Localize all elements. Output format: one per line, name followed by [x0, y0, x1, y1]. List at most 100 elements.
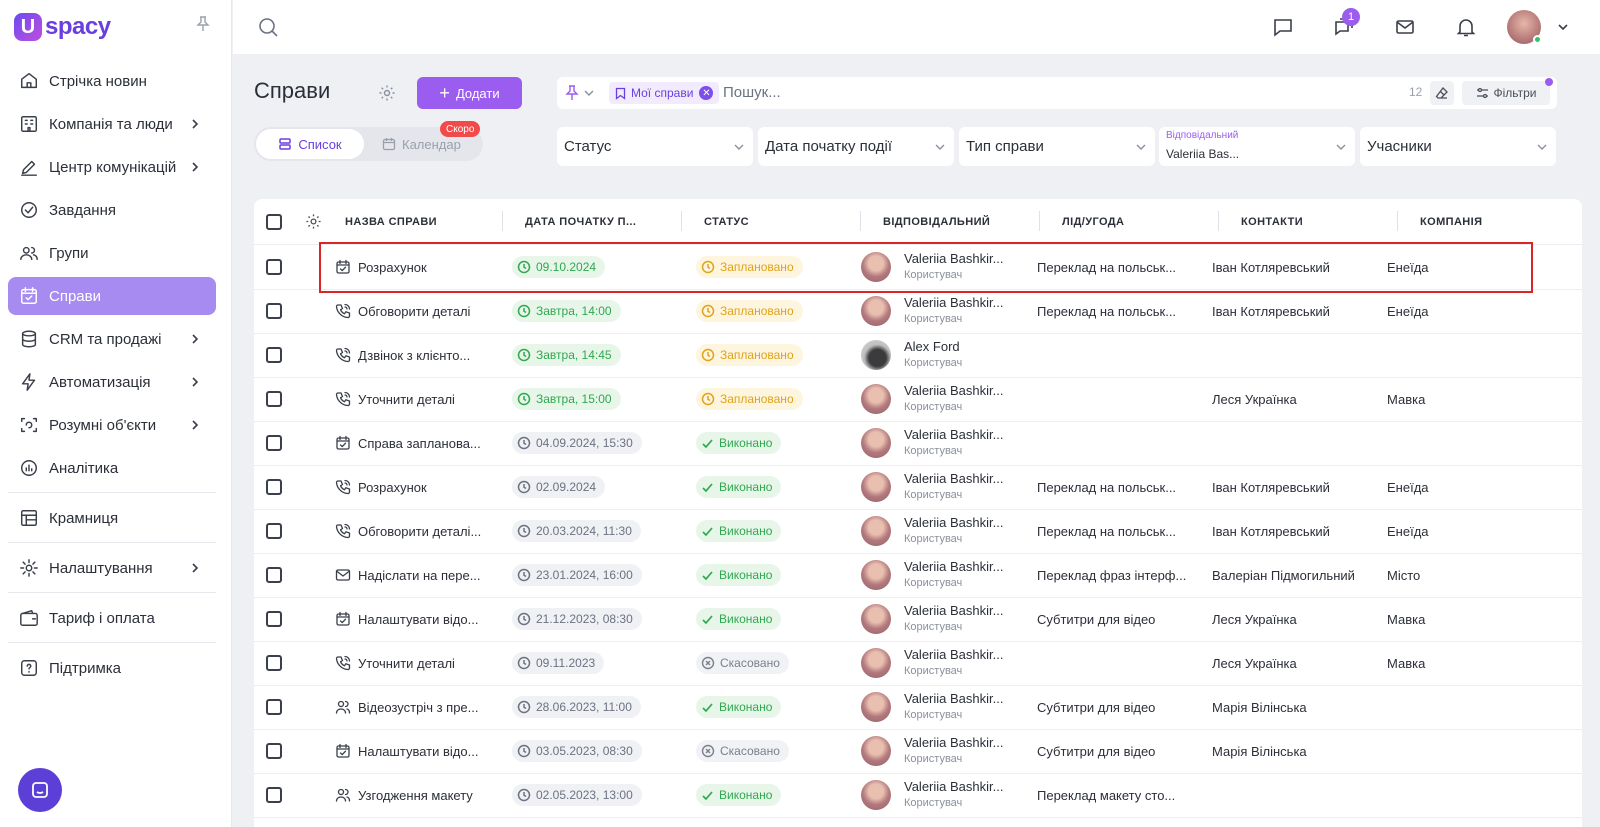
- row-checkbox[interactable]: [266, 699, 282, 715]
- contact-cell[interactable]: Марія Вілінська: [1212, 729, 1382, 773]
- chat-icon[interactable]: [1263, 8, 1303, 46]
- case-name-cell[interactable]: Уточнити деталі: [335, 641, 495, 685]
- contact-cell[interactable]: [1212, 333, 1382, 377]
- row-checkbox[interactable]: [266, 743, 282, 759]
- case-name-cell[interactable]: Уточнити деталі: [335, 377, 495, 421]
- row-checkbox[interactable]: [266, 611, 282, 627]
- col-header-lead[interactable]: ЛІД/УГОДА: [1062, 216, 1124, 228]
- sidebar-item-1[interactable]: Компанія та люди: [8, 105, 216, 143]
- responsible-cell[interactable]: Alex Ford Користувач: [861, 333, 1031, 377]
- row-checkbox[interactable]: [266, 655, 282, 671]
- row-checkbox[interactable]: [266, 787, 282, 803]
- lead-cell[interactable]: Переклад на польськ...: [1037, 509, 1202, 553]
- pin-icon[interactable]: [196, 16, 210, 32]
- filters-button[interactable]: Фільтри: [1462, 78, 1553, 105]
- pin-filter-icon[interactable]: [565, 85, 595, 101]
- lead-cell[interactable]: Субтитри для відео: [1037, 597, 1202, 641]
- responsible-cell[interactable]: Valeriia Bashkir... Користувач: [861, 685, 1031, 729]
- sidebar-item-4[interactable]: Групи: [8, 234, 216, 272]
- lead-cell[interactable]: Субтитри для відео: [1037, 685, 1202, 729]
- column-resizer[interactable]: [681, 211, 682, 231]
- type-filter[interactable]: Тип справи: [959, 127, 1155, 166]
- user-menu[interactable]: [1507, 8, 1570, 46]
- responsible-cell[interactable]: Valeriia Bashkir... Користувач: [861, 553, 1031, 597]
- start-date-filter[interactable]: Дата початку події: [758, 127, 954, 166]
- search-input[interactable]: [723, 84, 1323, 101]
- company-cell[interactable]: [1387, 421, 1547, 465]
- responsible-cell[interactable]: Valeriia Bashkir... Користувач: [861, 641, 1031, 685]
- responsible-cell[interactable]: Valeriia Bashkir... Користувач: [861, 597, 1031, 641]
- row-checkbox[interactable]: [266, 479, 282, 495]
- search-icon[interactable]: [257, 16, 279, 38]
- lead-cell[interactable]: [1037, 641, 1202, 685]
- responsible-cell[interactable]: Valeriia Bashkir... Користувач: [861, 245, 1031, 289]
- lead-cell[interactable]: [1037, 421, 1202, 465]
- table-row[interactable]: Уточнити деталі 09.11.2023 Скасовано Valeri…: [254, 641, 1582, 686]
- column-resizer[interactable]: [502, 211, 503, 231]
- sidebar-item-12[interactable]: Тариф і оплата: [8, 599, 216, 637]
- contact-cell[interactable]: [1212, 773, 1382, 817]
- company-cell[interactable]: Енеїда: [1387, 289, 1547, 333]
- status-filter[interactable]: Статус: [557, 127, 753, 166]
- case-name-cell[interactable]: Обговорити деталі: [335, 289, 495, 333]
- col-header-name[interactable]: НАЗВА СПРАВИ: [345, 216, 437, 228]
- column-resizer[interactable]: [1397, 211, 1398, 231]
- contact-cell[interactable]: Іван Котляревський: [1212, 245, 1382, 289]
- responsible-cell[interactable]: Valeriia Bashkir... Користувач: [861, 421, 1031, 465]
- col-header-status[interactable]: СТАТУС: [704, 216, 749, 228]
- mail-icon[interactable]: [1385, 8, 1425, 46]
- case-name-cell[interactable]: Надіслати на пере...: [335, 553, 495, 597]
- company-cell[interactable]: [1387, 333, 1547, 377]
- table-row[interactable]: Налаштувати відо... 21.12.2023, 08:30 Вико…: [254, 597, 1582, 642]
- contact-cell[interactable]: Іван Котляревський: [1212, 289, 1382, 333]
- sidebar-item-7[interactable]: Автоматизація: [8, 363, 216, 401]
- column-resizer[interactable]: [1039, 211, 1040, 231]
- table-row[interactable]: Відеозустріч з пре... 28.06.2023, 11:00 Ви…: [254, 685, 1582, 730]
- responsible-cell[interactable]: Valeriia Bashkir... Користувач: [861, 729, 1031, 773]
- participants-filter[interactable]: Учасники: [1360, 127, 1556, 166]
- table-row[interactable]: Налаштувати відо... 03.05.2023, 08:30 Скас…: [254, 729, 1582, 774]
- case-name-cell[interactable]: Розрахунок: [335, 465, 495, 509]
- company-cell[interactable]: [1387, 685, 1547, 729]
- company-cell[interactable]: Мавка: [1387, 641, 1547, 685]
- messages-icon[interactable]: 1: [1324, 8, 1364, 46]
- col-header-start-date[interactable]: ДАТА ПОЧАТКУ П...: [525, 216, 636, 228]
- chip-close-icon[interactable]: ✕: [699, 86, 714, 100]
- lead-cell[interactable]: Переклад на польськ...: [1037, 465, 1202, 509]
- responsible-filter[interactable]: Відповідальний Valeriia Bas...: [1159, 127, 1355, 166]
- contact-cell[interactable]: Марія Вілінська: [1212, 685, 1382, 729]
- company-cell[interactable]: Мавка: [1387, 377, 1547, 421]
- sidebar-item-0[interactable]: Стрічка новин: [8, 62, 216, 100]
- sidebar-item-3[interactable]: Завдання: [8, 191, 216, 229]
- contact-cell[interactable]: [1212, 421, 1382, 465]
- lead-cell[interactable]: [1037, 333, 1202, 377]
- company-cell[interactable]: [1387, 729, 1547, 773]
- support-chat-button[interactable]: [18, 768, 62, 812]
- contact-cell[interactable]: Іван Котляревський: [1212, 509, 1382, 553]
- responsible-cell[interactable]: Valeriia Bashkir... Користувач: [861, 465, 1031, 509]
- select-all-checkbox[interactable]: [266, 214, 282, 230]
- lead-cell[interactable]: Субтитри для відео: [1037, 729, 1202, 773]
- col-header-responsible[interactable]: ВІДПОВІДАЛЬНИЙ: [883, 216, 990, 228]
- table-row[interactable]: Уточнити деталі Завтра, 15:00 Заплановано V…: [254, 377, 1582, 422]
- sidebar-item-2[interactable]: Центр комунікацій: [8, 148, 216, 186]
- add-button[interactable]: + Додати: [417, 77, 522, 109]
- responsible-cell[interactable]: Valeriia Bashkir... Користувач: [861, 773, 1031, 817]
- col-header-contacts[interactable]: КОНТАКТИ: [1241, 216, 1303, 228]
- case-name-cell[interactable]: Узгодження макету: [335, 773, 495, 817]
- table-row[interactable]: Розрахунок 09.10.2024 Заплановано Valeriia …: [254, 245, 1582, 290]
- sidebar-item-5[interactable]: Справи: [8, 277, 216, 315]
- case-name-cell[interactable]: Обговорити деталі...: [335, 509, 495, 553]
- logo[interactable]: U spacy: [14, 12, 111, 42]
- lead-cell[interactable]: Переклад макету сто...: [1037, 773, 1202, 817]
- table-row[interactable]: Справа запланова... 04.09.2024, 15:30 Вико…: [254, 421, 1582, 466]
- lead-cell[interactable]: Переклад на польськ...: [1037, 245, 1202, 289]
- table-row[interactable]: Дзвінок з клієнто... Завтра, 14:45 Заплано…: [254, 333, 1582, 378]
- row-checkbox[interactable]: [266, 391, 282, 407]
- table-row[interactable]: Надіслати на пере... 23.01.2024, 16:00 Вик…: [254, 553, 1582, 598]
- lead-cell[interactable]: Переклад на польськ...: [1037, 289, 1202, 333]
- row-checkbox[interactable]: [266, 567, 282, 583]
- case-name-cell[interactable]: Налаштувати відо...: [335, 729, 495, 773]
- responsible-cell[interactable]: Valeriia Bashkir... Користувач: [861, 289, 1031, 333]
- company-cell[interactable]: Енеїда: [1387, 509, 1547, 553]
